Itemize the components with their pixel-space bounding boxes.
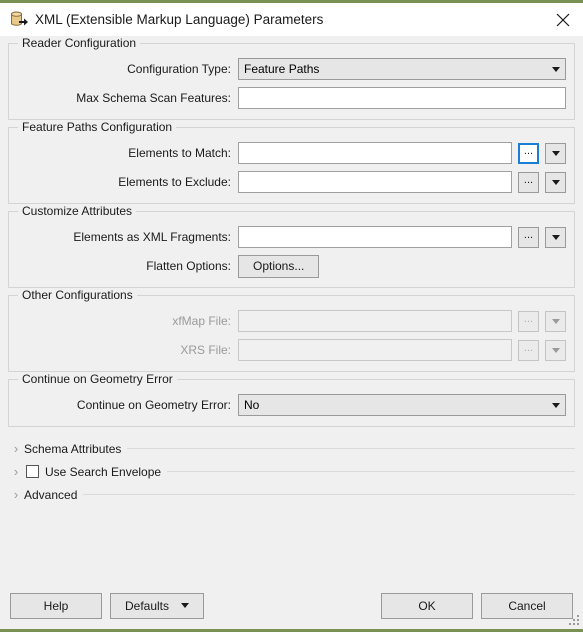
chevron-down-icon — [552, 402, 560, 408]
row-elements-as-xml-fragments: Elements as XML Fragments: ... — [17, 226, 566, 248]
resize-grip-icon[interactable] — [568, 614, 581, 627]
collapsible-label: Schema Attributes — [24, 441, 122, 456]
close-icon — [556, 13, 570, 26]
help-button[interactable]: Help — [10, 592, 102, 619]
configuration-type-combo[interactable]: Feature Paths — [238, 58, 566, 80]
collapsible-advanced[interactable]: › Advanced — [8, 483, 575, 506]
xrs-file-dropdown-button — [545, 339, 566, 361]
chevron-down-icon — [551, 347, 560, 353]
group-title: Reader Configuration — [18, 36, 141, 50]
label-xfmap-file: xfMap File: — [172, 314, 231, 328]
group-title: Customize Attributes — [18, 204, 137, 218]
group-title: Other Configurations — [18, 288, 137, 302]
elements-as-xml-fragments-input[interactable] — [238, 226, 512, 248]
continue-on-geometry-error-combo[interactable]: No — [238, 394, 566, 416]
row-elements-to-exclude: Elements to Exclude: ... — [17, 171, 566, 193]
cancel-button[interactable]: Cancel — [481, 592, 573, 619]
elements-to-match-input[interactable] — [238, 142, 512, 164]
collapsible-schema-attributes[interactable]: › Schema Attributes — [8, 437, 575, 460]
chevron-right-icon: › — [13, 487, 19, 502]
group-continue-on-geometry-error: Continue on Geometry Error Continue on G… — [8, 372, 575, 427]
chevron-down-icon — [551, 318, 560, 324]
max-schema-scan-features-input[interactable] — [238, 87, 566, 109]
row-xrs-file: XRS File: ... — [17, 339, 566, 361]
label-elements-to-exclude: Elements to Exclude: — [118, 175, 231, 189]
row-xfmap-file: xfMap File: ... — [17, 310, 566, 332]
xrs-file-input — [238, 339, 512, 361]
chevron-down-icon — [552, 66, 560, 72]
label-configuration-type: Configuration Type: — [127, 62, 231, 76]
elements-to-match-dropdown-button[interactable] — [545, 142, 566, 164]
continue-on-geometry-error-value: No — [244, 398, 260, 412]
defaults-button[interactable]: Defaults — [110, 592, 204, 619]
group-reader-configuration: Reader Configuration Configuration Type:… — [8, 36, 575, 120]
group-other-configurations: Other Configurations xfMap File: ... XRS… — [8, 288, 575, 372]
group-customize-attributes: Customize Attributes Elements as XML Fra… — [8, 204, 575, 288]
elements-as-xml-fragments-dropdown-button[interactable] — [545, 226, 566, 248]
group-title: Continue on Geometry Error — [18, 372, 177, 386]
row-elements-to-match: Elements to Match: ... — [17, 142, 566, 164]
label-elements-to-match: Elements to Match: — [128, 146, 231, 160]
separator-line — [167, 471, 575, 472]
xml-reader-icon — [10, 11, 28, 29]
separator-line — [83, 494, 575, 495]
group-feature-paths-configuration: Feature Paths Configuration Elements to … — [8, 120, 575, 204]
xml-parameters-dialog: XML (Extensible Markup Language) Paramet… — [0, 0, 583, 632]
dialog-content: Reader Configuration Configuration Type:… — [0, 36, 583, 582]
row-max-schema-scan-features: Max Schema Scan Features: — [17, 87, 566, 109]
collapsible-use-search-envelope[interactable]: › Use Search Envelope — [8, 460, 575, 483]
label-max-schema-scan-features: Max Schema Scan Features: — [76, 91, 231, 105]
elements-to-exclude-input[interactable] — [238, 171, 512, 193]
window-title: XML (Extensible Markup Language) Paramet… — [35, 12, 324, 27]
row-continue-on-geometry-error: Continue on Geometry Error: No — [17, 394, 566, 416]
chevron-down-icon — [551, 150, 560, 156]
elements-as-xml-fragments-browse-button[interactable]: ... — [518, 226, 539, 248]
xfmap-file-browse-button: ... — [518, 310, 539, 332]
xfmap-file-input — [238, 310, 512, 332]
collapsible-label: Use Search Envelope — [45, 464, 162, 479]
title-bar: XML (Extensible Markup Language) Paramet… — [0, 3, 583, 36]
group-title: Feature Paths Configuration — [18, 120, 177, 134]
collapsible-label: Advanced — [24, 487, 78, 502]
chevron-right-icon: › — [13, 441, 19, 456]
row-configuration-type: Configuration Type: Feature Paths — [17, 58, 566, 80]
row-flatten-options: Flatten Options: Options... — [17, 254, 566, 278]
chevron-right-icon: › — [13, 464, 19, 479]
configuration-type-value: Feature Paths — [244, 62, 320, 76]
ok-button[interactable]: OK — [381, 592, 473, 619]
elements-to-match-browse-button[interactable]: ... — [518, 142, 539, 164]
elements-to-exclude-browse-button[interactable]: ... — [518, 171, 539, 193]
label-elements-as-xml-fragments: Elements as XML Fragments: — [73, 230, 231, 244]
label-continue-on-geometry-error: Continue on Geometry Error: — [76, 398, 231, 412]
label-flatten-options: Flatten Options: — [146, 259, 231, 273]
dialog-footer: Help Defaults OK Cancel — [0, 582, 583, 629]
defaults-button-label: Defaults — [124, 598, 170, 613]
elements-to-exclude-dropdown-button[interactable] — [545, 171, 566, 193]
xfmap-file-dropdown-button — [545, 310, 566, 332]
chevron-down-icon — [551, 234, 560, 240]
label-xrs-file: XRS File: — [180, 343, 231, 357]
close-button[interactable] — [543, 3, 583, 36]
chevron-down-icon — [181, 603, 190, 608]
chevron-down-icon — [551, 179, 560, 185]
xrs-file-browse-button: ... — [518, 339, 539, 361]
flatten-options-button[interactable]: Options... — [238, 254, 320, 278]
collapsible-sections: › Schema Attributes › Use Search Envelop… — [8, 434, 575, 506]
use-search-envelope-checkbox[interactable] — [26, 465, 39, 478]
separator-line — [127, 448, 575, 449]
